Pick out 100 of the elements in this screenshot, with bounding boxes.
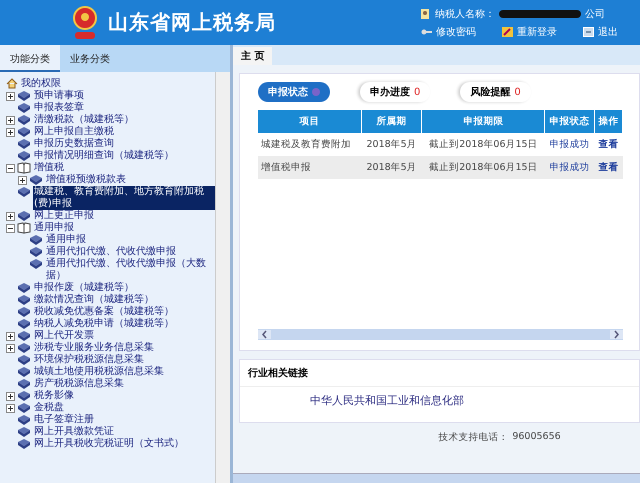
tree-item[interactable]: 通用代扣代缴、代收代缴申报 [18, 246, 215, 258]
column-header: 项目 [258, 110, 362, 133]
book-icon [17, 306, 31, 318]
collapse-icon[interactable] [6, 224, 15, 233]
book-icon [17, 150, 31, 162]
tree-root[interactable]: 我的权限 [6, 78, 215, 90]
book-icon [29, 174, 43, 186]
taxpayer-label: 纳税人名称： [435, 8, 495, 20]
header-link[interactable]: 重新登录 [517, 24, 557, 38]
table-cell: 城建税及教育费附加 [258, 133, 362, 156]
tree-item[interactable]: 税务影像 [6, 390, 215, 402]
tree-item[interactable]: 网上代开发票 [6, 330, 215, 342]
key-icon [421, 26, 432, 36]
tree-item[interactable]: 增值税预缴税款表 [18, 174, 215, 186]
book-icon [17, 138, 31, 150]
status-tab[interactable]: 申报状态 [258, 82, 330, 102]
table-cell: 申报成功 [544, 156, 594, 179]
view-link[interactable]: 查看 [598, 139, 618, 150]
expand-icon[interactable] [18, 176, 27, 185]
tree-item[interactable]: 申报历史数据查询 [6, 138, 215, 150]
tree-item[interactable]: 网上开具税收完税证明（文书式） [6, 438, 215, 450]
book-icon [17, 438, 31, 450]
tree-item[interactable]: 预申请事项 [6, 90, 215, 102]
support-phone: 96005656 [512, 431, 561, 444]
table-cell: 截止到2018年06月15日 [422, 156, 545, 179]
support-label: 技术支持电话： [438, 431, 508, 444]
tree-item[interactable]: 网上更正申报 [6, 210, 215, 222]
column-header: 申报状态 [544, 110, 594, 133]
count-label: 0 [414, 86, 420, 98]
tree-item[interactable]: 网上申报自主缴税 [6, 126, 215, 138]
status-tab[interactable]: 申办进度 0 [360, 82, 430, 102]
expand-icon[interactable] [6, 212, 15, 221]
book-icon [17, 282, 31, 294]
book-icon [29, 246, 43, 258]
header-link[interactable]: 修改密码 [436, 24, 476, 38]
book-icon [17, 342, 31, 354]
tree-item[interactable]: 增值税 [6, 162, 215, 174]
horizontal-scrollbar[interactable] [233, 473, 640, 483]
expand-icon[interactable] [6, 128, 15, 137]
count-label: 0 [514, 86, 521, 98]
status-tab[interactable]: 风险提醒 0 [460, 82, 531, 102]
tree-item[interactable]: 城镇土地使用税税源信息采集 [6, 366, 215, 378]
table-cell: 2018年5月 [361, 133, 422, 156]
pencil-icon [502, 26, 513, 36]
book-icon [17, 330, 31, 342]
tree-item[interactable]: 环境保护税税源信息采集 [6, 354, 215, 366]
tree-item[interactable]: 涉税专业服务业务信息采集 [6, 342, 215, 354]
book-icon [17, 126, 31, 138]
tree-item[interactable]: 清缴税款（城建税等） [6, 114, 215, 126]
expand-icon[interactable] [6, 344, 15, 353]
collapse-icon[interactable] [6, 164, 15, 173]
taxpayer-name: 公司 [585, 8, 605, 20]
book-icon [17, 354, 31, 366]
external-link[interactable]: 中华人民共和国工业和信息化部 [240, 387, 639, 422]
expand-icon[interactable] [6, 116, 15, 125]
tree-item[interactable]: 纳税人减免税申请（城建税等） [6, 318, 215, 330]
tree-item[interactable]: 申报表签章 [6, 102, 215, 114]
tree-item[interactable]: 申报作废（城建税等） [6, 282, 215, 294]
tree-item[interactable]: 通用申报 [18, 234, 215, 246]
page-tab[interactable]: 主 页 [233, 47, 272, 65]
open-book-icon [17, 162, 31, 174]
site-title: 山东省网上税务局 [108, 9, 277, 36]
tree-item[interactable]: 房产税税源信息采集 [6, 378, 215, 390]
section-title: 行业相关链接 [240, 360, 639, 387]
table-cell: 增值税申报 [258, 156, 362, 179]
book-icon [17, 402, 31, 414]
tree-item[interactable]: 通用申报 [6, 222, 215, 234]
book-icon [17, 378, 31, 390]
tree-item[interactable]: 电子签章注册 [6, 414, 215, 426]
expand-icon[interactable] [6, 332, 15, 341]
tree-item[interactable]: 通用代扣代缴、代收代缴申报（大数据） [18, 258, 215, 282]
column-header: 申报期限 [422, 110, 545, 133]
column-header: 操作 [594, 110, 622, 133]
expand-icon[interactable] [6, 92, 15, 101]
table-cell: 2018年5月 [361, 156, 422, 179]
exit-icon [583, 26, 594, 36]
table-cell: 申报成功 [544, 133, 594, 156]
book-icon [29, 258, 43, 270]
tree-item[interactable]: 金税盘 [6, 402, 215, 414]
book-icon [17, 90, 31, 102]
tree-item[interactable]: 申报情况明细查询（城建税等） [6, 150, 215, 162]
open-book-icon [17, 222, 31, 234]
tree-item[interactable]: 缴款情况查询（城建税等） [6, 294, 215, 306]
book-icon [17, 186, 31, 198]
expand-icon[interactable] [6, 392, 15, 401]
badge-dot [312, 88, 320, 96]
horizontal-scrollbar[interactable] [258, 329, 623, 340]
sidebar-tab[interactable]: 业务分类 [60, 45, 120, 72]
header-link[interactable]: 退出 [598, 24, 618, 38]
book-icon [17, 366, 31, 378]
book-icon [29, 234, 43, 246]
sidebar-tab[interactable]: 功能分类 [0, 45, 60, 72]
home-icon [6, 78, 18, 89]
expand-icon[interactable] [6, 404, 15, 413]
tree-item[interactable]: 网上开具缴款凭证 [6, 426, 215, 438]
book-icon [17, 414, 31, 426]
book-icon [17, 318, 31, 330]
scrollbar[interactable] [215, 72, 230, 483]
book-icon [17, 390, 31, 402]
tree-item[interactable]: 税收减免优惠备案（城建税等） [6, 306, 215, 318]
